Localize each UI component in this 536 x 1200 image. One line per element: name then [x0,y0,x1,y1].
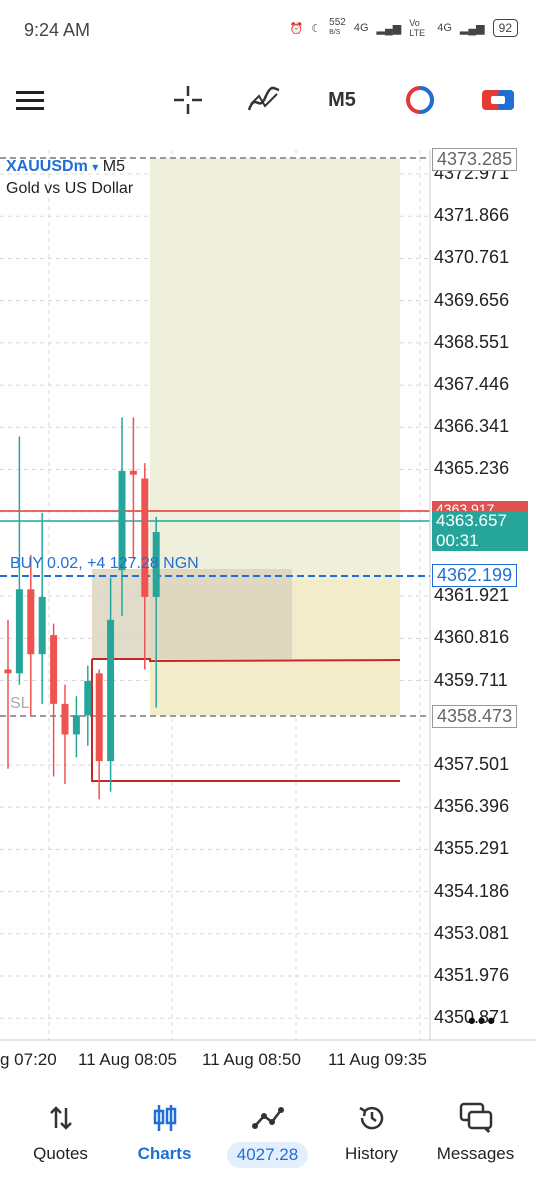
sl-price-label: 4358.473 [432,705,518,728]
charts-icon [152,1102,178,1134]
objects-icon [406,86,434,114]
price-axis-label: 4360.816 [434,627,510,648]
nav-label-history: History [345,1144,398,1163]
current-price: 4363.657 [436,511,507,530]
price-axis-label: 4367.446 [434,374,510,395]
menu-icon [16,91,44,110]
price-axis-label: 4369.656 [434,289,510,310]
price-axis-label: 4357.501 [434,753,510,774]
symbol-description: Gold vs US Dollar [6,180,134,197]
candle-body [141,478,149,597]
nav-quotes[interactable]: Quotes [7,1090,114,1200]
messages-icon [459,1102,493,1134]
candle-body [4,669,12,674]
price-axis-label: 4351.976 [434,964,510,985]
candle-body [15,589,23,674]
take-profit-zone [150,158,400,580]
candle-body [129,470,137,475]
bottom-navigation: Quotes Charts 4027.28 History Messages [0,1090,536,1200]
price-axis-label: 4359.711 [434,669,508,690]
candle-body [84,680,92,716]
account-balance[interactable]: 4027.28 [226,1142,309,1168]
speed-value: 552 [329,17,346,28]
status-time: 9:24 AM [24,20,91,40]
speed-indicator: 552 B/S [329,18,346,38]
signal-icon-2: ▂▄▆ [459,22,485,35]
nav-history[interactable]: History [318,1090,425,1200]
candle-body [95,673,103,762]
current-price-label: 4363.657 00:31 [432,511,528,551]
quotes-icon [48,1102,74,1134]
time-label: g 07:20 [0,1050,57,1069]
alarm-icon: ⏰ [289,22,304,35]
price-axis-label: 4354.186 [434,880,510,901]
nav-label-messages: Messages [436,1144,515,1163]
price-axis-label: 4355.291 [434,838,510,859]
symbol-dropdown-icon[interactable]: ▾ [92,160,98,174]
price-axis-label: 4370.761 [434,247,510,268]
network-3: 4G [437,22,452,34]
crosshair-button[interactable] [168,64,208,136]
entry-price-label: 4362.199 [432,564,518,587]
price-axis-label: 4365.236 [434,458,510,479]
objects-button[interactable] [400,64,440,136]
candle-body [27,589,35,655]
signal-icon: ▂▄▆ [376,22,402,35]
candle-body [50,635,58,704]
nav-messages[interactable]: Messages [422,1090,529,1200]
price-axis-label: 4366.341 [434,416,510,437]
tp-price-label: 4373.285 [432,148,518,171]
indicator-icon [247,86,280,111]
price-axis-label: 4361.921 [434,585,510,606]
menu-button[interactable] [10,64,50,136]
time-label: 11 Aug 08:05 [78,1050,177,1069]
order-label[interactable]: BUY 0.02, +4 127.28 NGN [10,555,199,573]
candle-body [38,596,46,655]
history-icon [357,1102,387,1134]
trade-icon [482,90,514,110]
nav-label-charts: Charts [137,1144,192,1163]
crosshair-icon [174,86,202,114]
network-1: 4G [353,22,369,34]
price-axis-label: 4371.866 [434,205,510,226]
indicators-button[interactable] [244,64,284,136]
more-options-icon[interactable]: ••• [468,1008,497,1034]
candle-body [61,703,69,735]
time-label: 11 Aug 09:35 [328,1050,427,1069]
symbol-timeframe: M5 [102,158,125,175]
price-axis-label: 4368.551 [434,331,510,352]
trade-button[interactable] [478,64,518,136]
network-2: Vo LTE [409,18,426,38]
candle-body [107,619,115,762]
time-label: 11 Aug 08:50 [202,1050,301,1069]
symbol-name[interactable]: XAUUSDm [6,158,88,175]
moon-icon: ☾ [311,22,322,35]
symbol-header[interactable]: XAUUSDm ▾ M5 [6,158,125,176]
trade-nav-icon [251,1102,284,1134]
status-bar: 9:24 AM ⏰ ☾ 552 B/S 4G ▂▄▆ Vo LTE 4G ▂▄▆… [0,0,536,60]
timeframe-button[interactable]: M5 [320,64,364,136]
candle-countdown: 00:31 [436,531,479,550]
sl-text-label: SL [10,695,30,712]
nav-trade[interactable]: 4027.28 [214,1090,321,1200]
speed-unit: B/S [329,29,341,36]
candle-body [72,715,80,735]
battery-indicator: 92 [492,19,518,37]
status-icons: ⏰ ☾ 552 B/S 4G ▂▄▆ Vo LTE 4G ▂▄▆ 92 [290,18,518,38]
price-axis-label: 4356.396 [434,796,510,817]
chart-area[interactable]: XAUUSDm ▾ M5 Gold vs US Dollar 4372.971 4… [0,148,536,1080]
price-axis-label: 4353.081 [434,922,510,943]
nav-charts[interactable]: Charts [111,1090,218,1200]
nav-label-quotes: Quotes [33,1144,88,1163]
chart-toolbar: M5 [0,64,536,136]
